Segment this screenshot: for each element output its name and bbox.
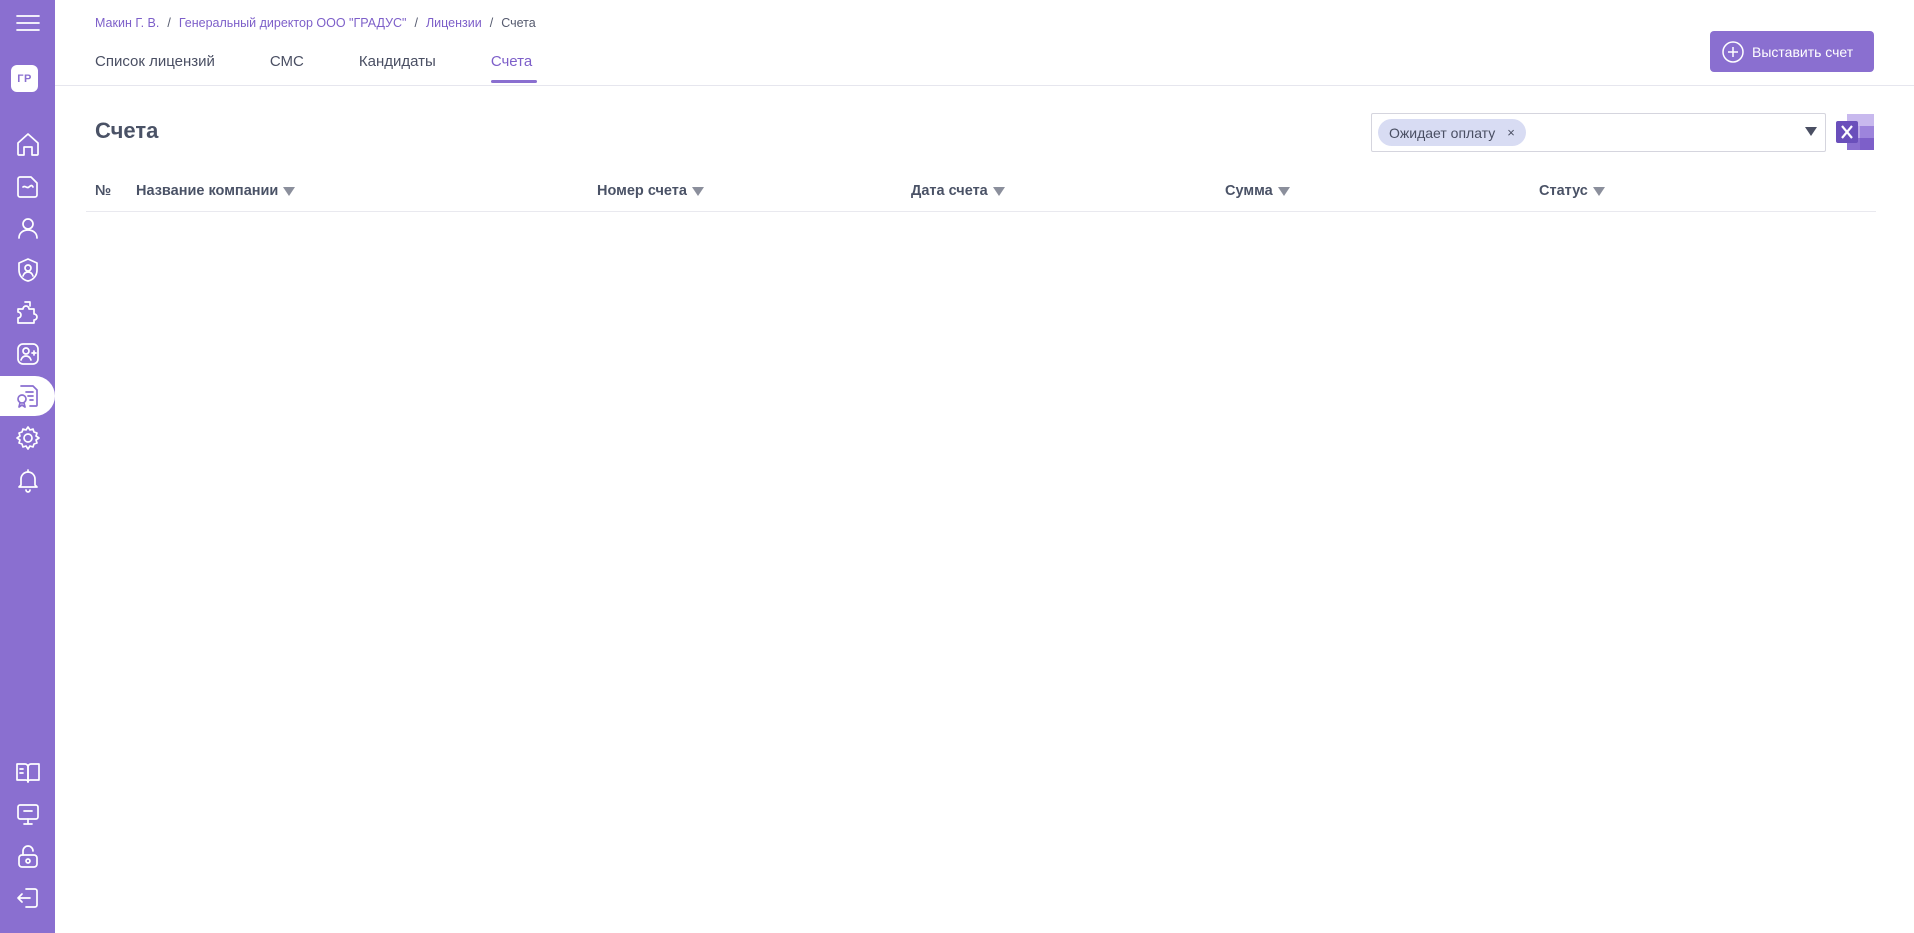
user-icon[interactable]	[0, 208, 55, 248]
sort-icon[interactable]	[691, 186, 704, 196]
user-add-icon[interactable]	[0, 334, 55, 374]
breadcrumb: Макин Г. В. / Генеральный директор ООО "…	[95, 16, 536, 30]
sidebar: ГР	[0, 0, 55, 933]
bell-icon[interactable]	[0, 460, 55, 500]
tab-candidates[interactable]: Кандидаты	[359, 53, 436, 83]
sort-icon[interactable]	[1277, 186, 1290, 196]
create-invoice-label: Выставить счет	[1752, 43, 1854, 60]
tab-sms[interactable]: СМС	[270, 53, 304, 83]
book-icon[interactable]	[0, 752, 55, 792]
breadcrumb-item-licenses[interactable]: Лицензии	[426, 16, 482, 30]
monitor-chat-icon[interactable]	[0, 794, 55, 834]
tab-bar: Список лицензий СМС Кандидаты Счета	[95, 53, 587, 83]
breadcrumb-separator: /	[167, 16, 171, 30]
breadcrumb-item-current: Счета	[501, 16, 536, 30]
page-title: Счета	[95, 118, 159, 143]
table-header: № Название компании Номер счета Дата сче…	[86, 170, 1876, 212]
breadcrumb-separator: /	[489, 16, 494, 30]
column-invoice-number[interactable]: Номер счета	[597, 183, 704, 199]
column-number-label: №	[95, 183, 112, 199]
filter-chip-label: Ожидает оплату	[1389, 124, 1496, 141]
user-shield-icon[interactable]	[0, 250, 55, 290]
sort-icon[interactable]	[283, 186, 296, 196]
tab-license-list[interactable]: Список лицензий	[95, 53, 215, 83]
column-amount[interactable]: Сумма	[1225, 183, 1290, 199]
breadcrumb-item-user[interactable]: Макин Г. В.	[95, 16, 159, 30]
column-company-name-label: Название компании	[136, 183, 279, 199]
sort-icon[interactable]	[1592, 186, 1605, 196]
create-invoice-button[interactable]: Выставить счет	[1710, 31, 1874, 72]
chevron-down-icon[interactable]	[1805, 127, 1817, 136]
home-icon[interactable]	[0, 124, 55, 164]
column-company-name[interactable]: Название компании	[136, 183, 296, 199]
license-icon[interactable]	[0, 376, 55, 416]
breadcrumb-separator: /	[414, 16, 418, 30]
avatar[interactable]: ГР	[11, 65, 38, 92]
unlock-icon[interactable]	[0, 836, 55, 876]
close-icon[interactable]: ×	[1507, 125, 1515, 140]
breadcrumb-item-company[interactable]: Генеральный директор ООО "ГРАДУС"	[179, 16, 407, 30]
column-invoice-date[interactable]: Дата счета	[911, 183, 1005, 199]
column-invoice-number-label: Номер счета	[597, 183, 687, 199]
puzzle-icon[interactable]	[0, 292, 55, 332]
document-icon[interactable]	[0, 166, 55, 206]
logout-icon[interactable]	[0, 878, 55, 918]
sort-icon[interactable]	[992, 186, 1005, 196]
tab-invoices[interactable]: Счета	[490, 53, 538, 83]
column-invoice-date-label: Дата счета	[911, 183, 988, 199]
column-amount-label: Сумма	[1225, 183, 1273, 199]
gear-icon[interactable]	[0, 418, 55, 458]
column-status[interactable]: Статус	[1539, 183, 1605, 199]
menu-icon[interactable]	[0, 3, 55, 43]
column-status-label: Статус	[1539, 183, 1588, 199]
column-number: №	[95, 183, 111, 199]
excel-icon[interactable]	[1835, 113, 1875, 151]
header: Макин Г. В. / Генеральный директор ООО "…	[55, 0, 1914, 86]
plus-circle-icon	[1722, 40, 1744, 63]
status-filter-select[interactable]: Ожидает оплату ×	[1371, 113, 1826, 152]
filter-chip: Ожидает оплату ×	[1378, 119, 1526, 146]
